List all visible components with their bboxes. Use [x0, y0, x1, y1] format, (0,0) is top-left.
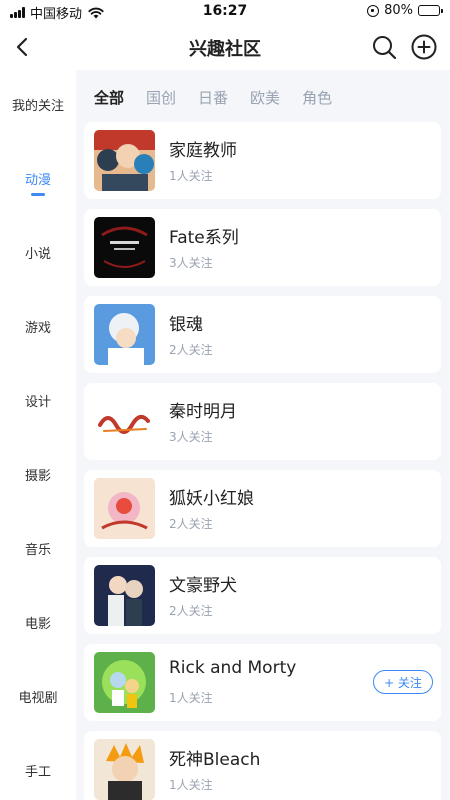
sidebar-item-label: 动漫 [24, 173, 51, 188]
search-button[interactable] [370, 33, 398, 61]
sidebar-item-design[interactable]: 设计 [0, 391, 76, 410]
sidebar-item-music[interactable]: 音乐 [0, 539, 76, 558]
back-button[interactable] [8, 32, 38, 62]
tab-western[interactable]: 欧美 [250, 87, 280, 108]
category-sidebar: 我的关注 动漫 小说 游戏 设计 摄影 音乐 电影 电视剧 手工 [0, 70, 76, 800]
follower-count: 2人关注 [169, 343, 213, 357]
sidebar-item-photography[interactable]: 摄影 [0, 465, 76, 484]
community-thumbnail [94, 478, 155, 539]
tab-japanese[interactable]: 日番 [198, 87, 228, 108]
status-right: 80% [367, 3, 443, 18]
community-card[interactable]: Fate系列 3人关注 [84, 209, 441, 286]
sidebar-item-tv[interactable]: 电视剧 [0, 687, 76, 706]
filter-tabs: 全部 国创 日番 欧美 角色 [94, 87, 332, 108]
sidebar-item-label: 音乐 [24, 543, 51, 558]
community-thumbnail [94, 304, 155, 365]
status-bar: 中国移动 16:27 80% [0, 0, 450, 24]
plus-circle-icon [411, 34, 437, 60]
community-name: Rick and Morty [169, 658, 297, 678]
orientation-lock-icon [367, 4, 380, 17]
community-name: 银魂 [169, 315, 203, 335]
sidebar-item-label: 小说 [24, 247, 51, 262]
community-thumbnail [94, 739, 155, 800]
follower-count: 3人关注 [169, 256, 213, 270]
follower-count: 1人关注 [169, 169, 213, 183]
follower-count: 2人关注 [169, 517, 213, 531]
search-icon [373, 36, 397, 60]
community-card[interactable]: 家庭教师 1人关注 [84, 122, 441, 199]
tab-domestic[interactable]: 国创 [146, 87, 176, 108]
navigation-bar: 兴趣社区 [0, 24, 450, 70]
battery-percent: 80% [384, 3, 413, 18]
active-indicator [31, 193, 45, 196]
community-name: 死神Bleach [169, 750, 261, 770]
follower-count: 1人关注 [169, 778, 213, 792]
follower-count: 1人关注 [169, 691, 213, 705]
sidebar-item-anime[interactable]: 动漫 [0, 169, 76, 196]
chevron-left-icon [16, 37, 28, 57]
sidebar-item-label: 我的关注 [11, 99, 64, 114]
sidebar-item-label: 电视剧 [18, 691, 58, 706]
community-list-panel: 全部 国创 日番 欧美 角色 家庭教师 1人关注 Fate系列 3人关注 银魂 … [76, 70, 450, 800]
sidebar-item-games[interactable]: 游戏 [0, 317, 76, 336]
sidebar-item-label: 手工 [24, 765, 51, 780]
tab-characters[interactable]: 角色 [302, 87, 332, 108]
community-card[interactable]: 银魂 2人关注 [84, 296, 441, 373]
community-card[interactable]: Rick and Morty 1人关注 + 关注 [84, 644, 441, 721]
community-name: 文豪野犬 [169, 576, 237, 596]
community-thumbnail [94, 391, 155, 452]
sidebar-item-label: 设计 [24, 395, 51, 410]
sidebar-item-label: 游戏 [24, 321, 51, 336]
follower-count: 2人关注 [169, 604, 213, 618]
sidebar-item-movies[interactable]: 电影 [0, 613, 76, 632]
community-name: 秦时明月 [169, 402, 237, 422]
community-card[interactable]: 文豪野犬 2人关注 [84, 557, 441, 634]
follow-button[interactable]: + 关注 [373, 670, 433, 694]
community-card[interactable]: 秦时明月 3人关注 [84, 383, 441, 460]
battery-icon [418, 5, 443, 16]
community-thumbnail [94, 565, 155, 626]
community-card[interactable]: 死神Bleach 1人关注 [84, 731, 441, 800]
sidebar-item-following[interactable]: 我的关注 [0, 95, 76, 114]
community-name: Fate系列 [169, 228, 239, 248]
tab-all[interactable]: 全部 [94, 87, 124, 108]
sidebar-item-label: 电影 [24, 617, 51, 632]
community-card[interactable]: 狐妖小红娘 2人关注 [84, 470, 441, 547]
add-button[interactable] [410, 33, 438, 61]
sidebar-item-label: 摄影 [24, 469, 51, 484]
follower-count: 3人关注 [169, 430, 213, 444]
community-thumbnail [94, 217, 155, 278]
community-thumbnail [94, 652, 155, 713]
community-name: 家庭教师 [169, 141, 237, 161]
sidebar-item-novels[interactable]: 小说 [0, 243, 76, 262]
community-thumbnail [94, 130, 155, 191]
community-name: 狐妖小红娘 [169, 489, 254, 509]
sidebar-item-crafts[interactable]: 手工 [0, 761, 76, 780]
